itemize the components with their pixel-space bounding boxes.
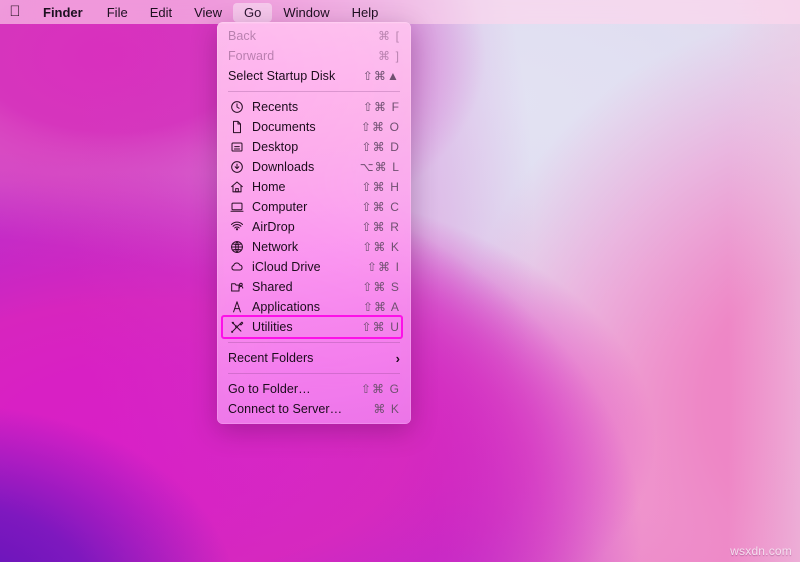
menu-item-label: Downloads xyxy=(252,160,315,174)
menu-bar-items: Finder File Edit View Go Window Help xyxy=(30,2,390,22)
menu-item-label: AirDrop xyxy=(252,220,295,234)
menubar-item-view[interactable]: View xyxy=(183,3,233,22)
desktop-icon xyxy=(227,140,246,154)
cloud-icon xyxy=(227,260,246,274)
utilities-icon xyxy=(227,320,246,334)
menu-item-recent-folders[interactable]: Recent Folders › xyxy=(217,348,411,368)
menu-item-label: Documents xyxy=(252,120,316,134)
menu-item-shortcut: ⌘ [ xyxy=(378,29,400,43)
menu-item-label: Computer xyxy=(252,200,308,214)
menubar-item-label: Help xyxy=(351,4,379,20)
menu-item-shortcut: ⇧⌘ I xyxy=(366,260,400,274)
menu-item-shortcut: ⌘ K xyxy=(373,402,400,416)
menubar-item-finder[interactable]: Finder xyxy=(30,3,96,22)
menubar-item-help[interactable]: Help xyxy=(341,3,390,22)
menu-item-utilities[interactable]: Utilities ⇧⌘ U xyxy=(217,317,411,337)
watermark: wsxdn.com xyxy=(730,544,792,558)
computer-icon xyxy=(227,200,246,214)
home-icon xyxy=(227,180,246,194)
menu-item-shortcut: ⇧⌘ F xyxy=(362,100,400,114)
menu-item-network[interactable]: Network ⇧⌘ K xyxy=(217,237,411,257)
airdrop-icon xyxy=(227,220,246,234)
menu-item-shortcut: ⇧⌘ H xyxy=(361,180,400,194)
menu-item-shortcut: ⇧⌘ C xyxy=(361,200,400,214)
menu-item-shortcut: ⇧⌘ D xyxy=(361,140,400,154)
menu-item-back: Back ⌘ [ xyxy=(217,26,411,46)
menu-item-label: Recent Folders xyxy=(228,351,314,365)
go-dropdown-menu[interactable]: Back ⌘ [ Forward ⌘ ] Select Startup Disk ⇧⌘▲ R… xyxy=(217,22,411,424)
menu-item-label: Home xyxy=(252,180,286,194)
menu-item-label: Shared xyxy=(252,280,293,294)
menu-item-label: Recents xyxy=(252,100,299,114)
document-icon xyxy=(227,120,246,134)
menu-item-shortcut: ⇧⌘ S xyxy=(362,280,400,294)
menu-item-shortcut: ⌥⌘ L xyxy=(359,160,400,174)
menubar-item-label: File xyxy=(106,4,128,20)
menu-item-label: Desktop xyxy=(252,140,299,154)
menu-item-label: Applications xyxy=(252,300,321,314)
menu-item-desktop[interactable]: Desktop ⇧⌘ D xyxy=(217,137,411,157)
menu-item-label: Go to Folder… xyxy=(228,382,311,396)
applications-icon xyxy=(227,300,246,314)
downloads-icon xyxy=(227,160,246,174)
menu-item-go-to-folder[interactable]: Go to Folder… ⇧⌘ G xyxy=(217,379,411,399)
menubar-item-label: Finder xyxy=(43,4,83,20)
menu-item-shortcut: ⌘ ] xyxy=(378,49,400,63)
menu-item-shortcut: ⇧⌘ K xyxy=(362,240,400,254)
menu-item-shortcut: ⇧⌘ G xyxy=(360,382,400,396)
network-icon xyxy=(227,240,246,254)
shared-folder-icon xyxy=(227,280,246,294)
menu-item-label: Connect to Server… xyxy=(228,402,343,416)
menu-item-shortcut: ⇧⌘ A xyxy=(362,300,400,314)
menu-item-select-startup-disk[interactable]: Select Startup Disk ⇧⌘▲ xyxy=(217,66,411,86)
go-menu-body: Back ⌘ [ Forward ⌘ ] Select Startup Disk ⇧⌘▲ R… xyxy=(217,26,411,419)
apple-logo-icon[interactable]:  xyxy=(0,4,30,21)
menubar-item-label: Edit xyxy=(149,4,173,20)
menubar-item-label: Go xyxy=(244,4,262,20)
menubar-item-file[interactable]: File xyxy=(96,3,139,22)
menu-item-home[interactable]: Home ⇧⌘ H xyxy=(217,177,411,197)
menubar-item-window[interactable]: Window xyxy=(272,3,340,22)
menu-item-forward: Forward ⌘ ] xyxy=(217,46,411,66)
menu-item-label: Forward xyxy=(228,49,275,63)
menu-item-label: Back xyxy=(228,29,256,43)
menu-item-downloads[interactable]: Downloads ⌥⌘ L xyxy=(217,157,411,177)
menu-item-shortcut: ⇧⌘ R xyxy=(361,220,400,234)
menu-item-computer[interactable]: Computer ⇧⌘ C xyxy=(217,197,411,217)
menubar-item-label: View xyxy=(194,4,223,20)
chevron-right-icon: › xyxy=(395,350,400,366)
menu-item-recents[interactable]: Recents ⇧⌘ F xyxy=(217,97,411,117)
menu-item-shortcut: ⇧⌘▲ xyxy=(362,69,400,83)
menu-item-applications[interactable]: Applications ⇧⌘ A xyxy=(217,297,411,317)
menu-item-label: Network xyxy=(252,240,299,254)
menu-separator xyxy=(228,342,400,343)
menu-item-shared[interactable]: Shared ⇧⌘ S xyxy=(217,277,411,297)
menubar-item-label: Window xyxy=(283,4,330,20)
menu-item-shortcut: ⇧⌘ U xyxy=(361,320,400,334)
menu-item-airdrop[interactable]: AirDrop ⇧⌘ R xyxy=(217,217,411,237)
menu-bar:  Finder File Edit View Go Window Help xyxy=(0,0,800,24)
menu-separator xyxy=(228,373,400,374)
clock-icon xyxy=(227,100,246,114)
menu-item-label: Select Startup Disk xyxy=(228,69,336,83)
menu-separator xyxy=(228,91,400,92)
menu-item-icloud-drive[interactable]: iCloud Drive ⇧⌘ I xyxy=(217,257,411,277)
menu-item-documents[interactable]: Documents ⇧⌘ O xyxy=(217,117,411,137)
menu-item-label: Utilities xyxy=(252,320,293,334)
menu-item-shortcut: ⇧⌘ O xyxy=(360,120,400,134)
menu-item-label: iCloud Drive xyxy=(252,260,321,274)
menubar-item-go[interactable]: Go xyxy=(233,2,273,22)
menubar-item-edit[interactable]: Edit xyxy=(139,3,183,22)
menu-item-connect-to-server[interactable]: Connect to Server… ⌘ K xyxy=(217,399,411,419)
